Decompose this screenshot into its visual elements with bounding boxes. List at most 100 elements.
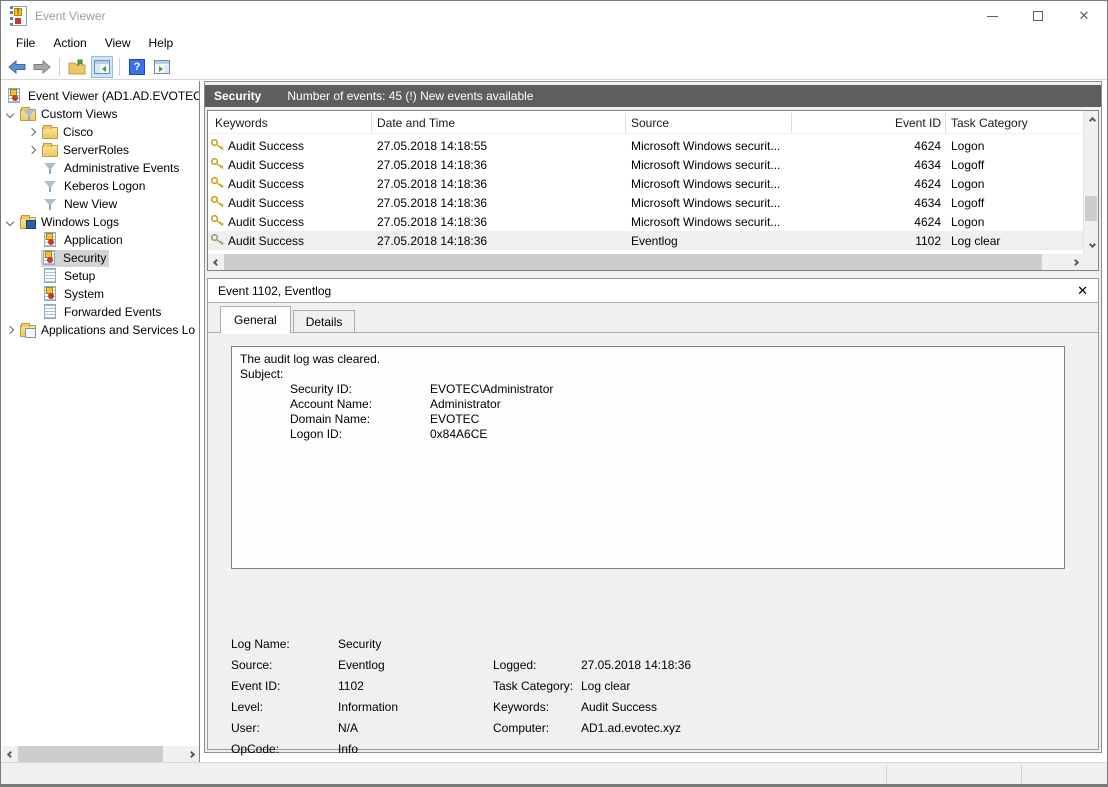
tree-node-windows-logs[interactable]: Windows Logs — [2, 213, 199, 231]
table-vertical-scrollbar[interactable] — [1083, 111, 1098, 254]
table-row[interactable]: Audit Success 27.05.2018 14:18:55 Micros… — [208, 136, 1083, 155]
tree-node-forwarded-events[interactable]: Forwarded Events — [2, 303, 199, 321]
help-icon: ? — [129, 59, 145, 75]
tab-details[interactable]: Details — [293, 310, 356, 333]
console-tree: Event Viewer (AD1.AD.EVOTEC.X Custom Vie… — [2, 81, 200, 763]
back-button[interactable] — [6, 56, 28, 78]
tree-node-setup[interactable]: Setup — [2, 267, 199, 285]
custom-views-folder-icon — [20, 109, 36, 121]
menu-action[interactable]: Action — [44, 33, 95, 53]
tree-node-serverroles[interactable]: ServerRoles — [2, 141, 199, 159]
event-log-icon — [42, 251, 58, 265]
audit-key-icon — [211, 139, 224, 150]
tree-node-administrative-events[interactable]: Administrative Events — [2, 159, 199, 177]
events-summary: Number of events: 45 (!) New events avai… — [287, 89, 533, 103]
show-console-tree-button[interactable] — [91, 56, 113, 78]
table-row[interactable]: Audit Success 27.05.2018 14:18:36 Micros… — [208, 212, 1083, 231]
forward-button[interactable] — [31, 56, 53, 78]
audit-key-icon — [211, 158, 224, 169]
tree-node-application[interactable]: Application — [2, 231, 199, 249]
expand-chevron-icon[interactable] — [28, 146, 36, 154]
event-viewer-node-icon — [7, 89, 23, 103]
action-pane-icon — [154, 60, 170, 74]
tree-root-event-viewer[interactable]: Event Viewer (AD1.AD.EVOTEC.X — [2, 87, 199, 105]
scroll-right-icon[interactable] — [1067, 254, 1083, 270]
back-arrow-icon — [8, 60, 26, 74]
tree-node-new-view[interactable]: New View — [2, 195, 199, 213]
preview-close-icon[interactable]: ✕ — [1077, 283, 1088, 299]
collapse-chevron-icon[interactable] — [6, 110, 14, 118]
results-pane: Security Number of events: 45 (!) New ev… — [204, 81, 1102, 753]
tree-node-security[interactable]: Security — [2, 249, 199, 267]
menu-file[interactable]: File — [7, 33, 44, 53]
event-log-icon — [43, 287, 59, 301]
maximize-button[interactable] — [1015, 1, 1061, 31]
folder-icon — [42, 145, 58, 157]
table-row[interactable]: Audit Success 27.05.2018 14:18:36 Micros… — [208, 174, 1083, 193]
general-tab-page: The audit log was cleared. Subject: Secu… — [208, 333, 1098, 749]
preview-pane: Event 1102, Eventlog ✕ General Details T… — [207, 278, 1099, 750]
column-event-id[interactable]: Event ID — [791, 111, 941, 134]
tab-general[interactable]: General — [220, 306, 291, 334]
expand-chevron-icon[interactable] — [6, 326, 14, 334]
toolbar: ? — [1, 54, 1107, 80]
column-date-time[interactable]: Date and Time — [377, 111, 455, 134]
table-row[interactable]: Audit Success 27.05.2018 14:18:36 Micros… — [208, 155, 1083, 174]
event-description[interactable]: The audit log was cleared. Subject: Secu… — [231, 346, 1065, 569]
close-button[interactable]: ✕ — [1061, 1, 1107, 31]
scroll-up-icon[interactable] — [1084, 111, 1100, 127]
scrollbar-thumb[interactable] — [1085, 196, 1097, 221]
scroll-left-icon[interactable] — [2, 746, 18, 762]
tree-horizontal-scrollbar[interactable] — [2, 746, 199, 762]
status-bar — [1, 762, 1107, 784]
table-row-selected[interactable]: Audit Success 27.05.2018 14:18:36 Eventl… — [208, 231, 1083, 250]
windows-logs-folder-icon — [20, 217, 36, 229]
menu-view[interactable]: View — [96, 33, 140, 53]
collapse-chevron-icon[interactable] — [6, 218, 14, 226]
event-properties: Log Name:Security Source:Eventlog Logged… — [231, 633, 1078, 780]
description-line: Subject: — [240, 367, 1056, 382]
preview-tabs: General Details — [208, 303, 1098, 333]
column-keywords[interactable]: Keywords — [215, 111, 268, 134]
console-tree-icon — [94, 60, 110, 74]
tree-node-system[interactable]: System — [2, 285, 199, 303]
tree-node-applications-services[interactable]: Applications and Services Lo — [2, 321, 199, 339]
table-horizontal-scrollbar[interactable] — [208, 254, 1083, 270]
filter-icon — [43, 179, 59, 193]
scrollbar-thumb[interactable] — [18, 746, 163, 762]
open-saved-log-button[interactable] — [66, 56, 88, 78]
scrollbar-thumb[interactable] — [224, 254, 1042, 270]
window-title: Event Viewer — [35, 9, 105, 23]
table-row[interactable]: Audit Success 27.05.2018 14:18:36 Micros… — [208, 193, 1083, 212]
tree-node-keberos-logon[interactable]: Keberos Logon — [2, 177, 199, 195]
scroll-left-icon[interactable] — [208, 254, 224, 270]
show-action-pane-button[interactable] — [151, 56, 173, 78]
scroll-right-icon[interactable] — [183, 746, 199, 762]
event-viewer-window: ! Event Viewer ✕ File Action View Help — [0, 0, 1108, 787]
menu-bar: File Action View Help — [1, 31, 1107, 54]
audit-key-icon — [211, 234, 224, 245]
menu-help[interactable]: Help — [140, 33, 183, 53]
preview-header: Event 1102, Eventlog ✕ — [208, 279, 1098, 303]
filter-icon — [43, 161, 59, 175]
preview-title: Event 1102, Eventlog — [218, 284, 331, 298]
description-line: The audit log was cleared. — [240, 352, 1056, 367]
audit-key-icon — [211, 196, 224, 207]
event-log-icon — [43, 269, 59, 283]
help-button[interactable]: ? — [126, 56, 148, 78]
tree-node-custom-views[interactable]: Custom Views — [2, 105, 199, 123]
filter-icon — [43, 197, 59, 211]
column-source[interactable]: Source — [631, 111, 669, 134]
folder-open-icon — [68, 59, 86, 75]
apps-services-folder-icon — [20, 325, 36, 337]
minimize-button[interactable] — [969, 1, 1015, 31]
event-log-icon — [43, 233, 59, 247]
tree-node-cisco[interactable]: Cisco — [2, 123, 199, 141]
log-header-bar: Security Number of events: 45 (!) New ev… — [205, 85, 1101, 107]
folder-icon — [42, 127, 58, 139]
title-bar: ! Event Viewer ✕ — [1, 1, 1107, 31]
expand-chevron-icon[interactable] — [28, 128, 36, 136]
warning-badge: ! — [14, 8, 22, 16]
column-task-category[interactable]: Task Category — [951, 111, 1028, 134]
scroll-down-icon[interactable] — [1084, 238, 1100, 254]
